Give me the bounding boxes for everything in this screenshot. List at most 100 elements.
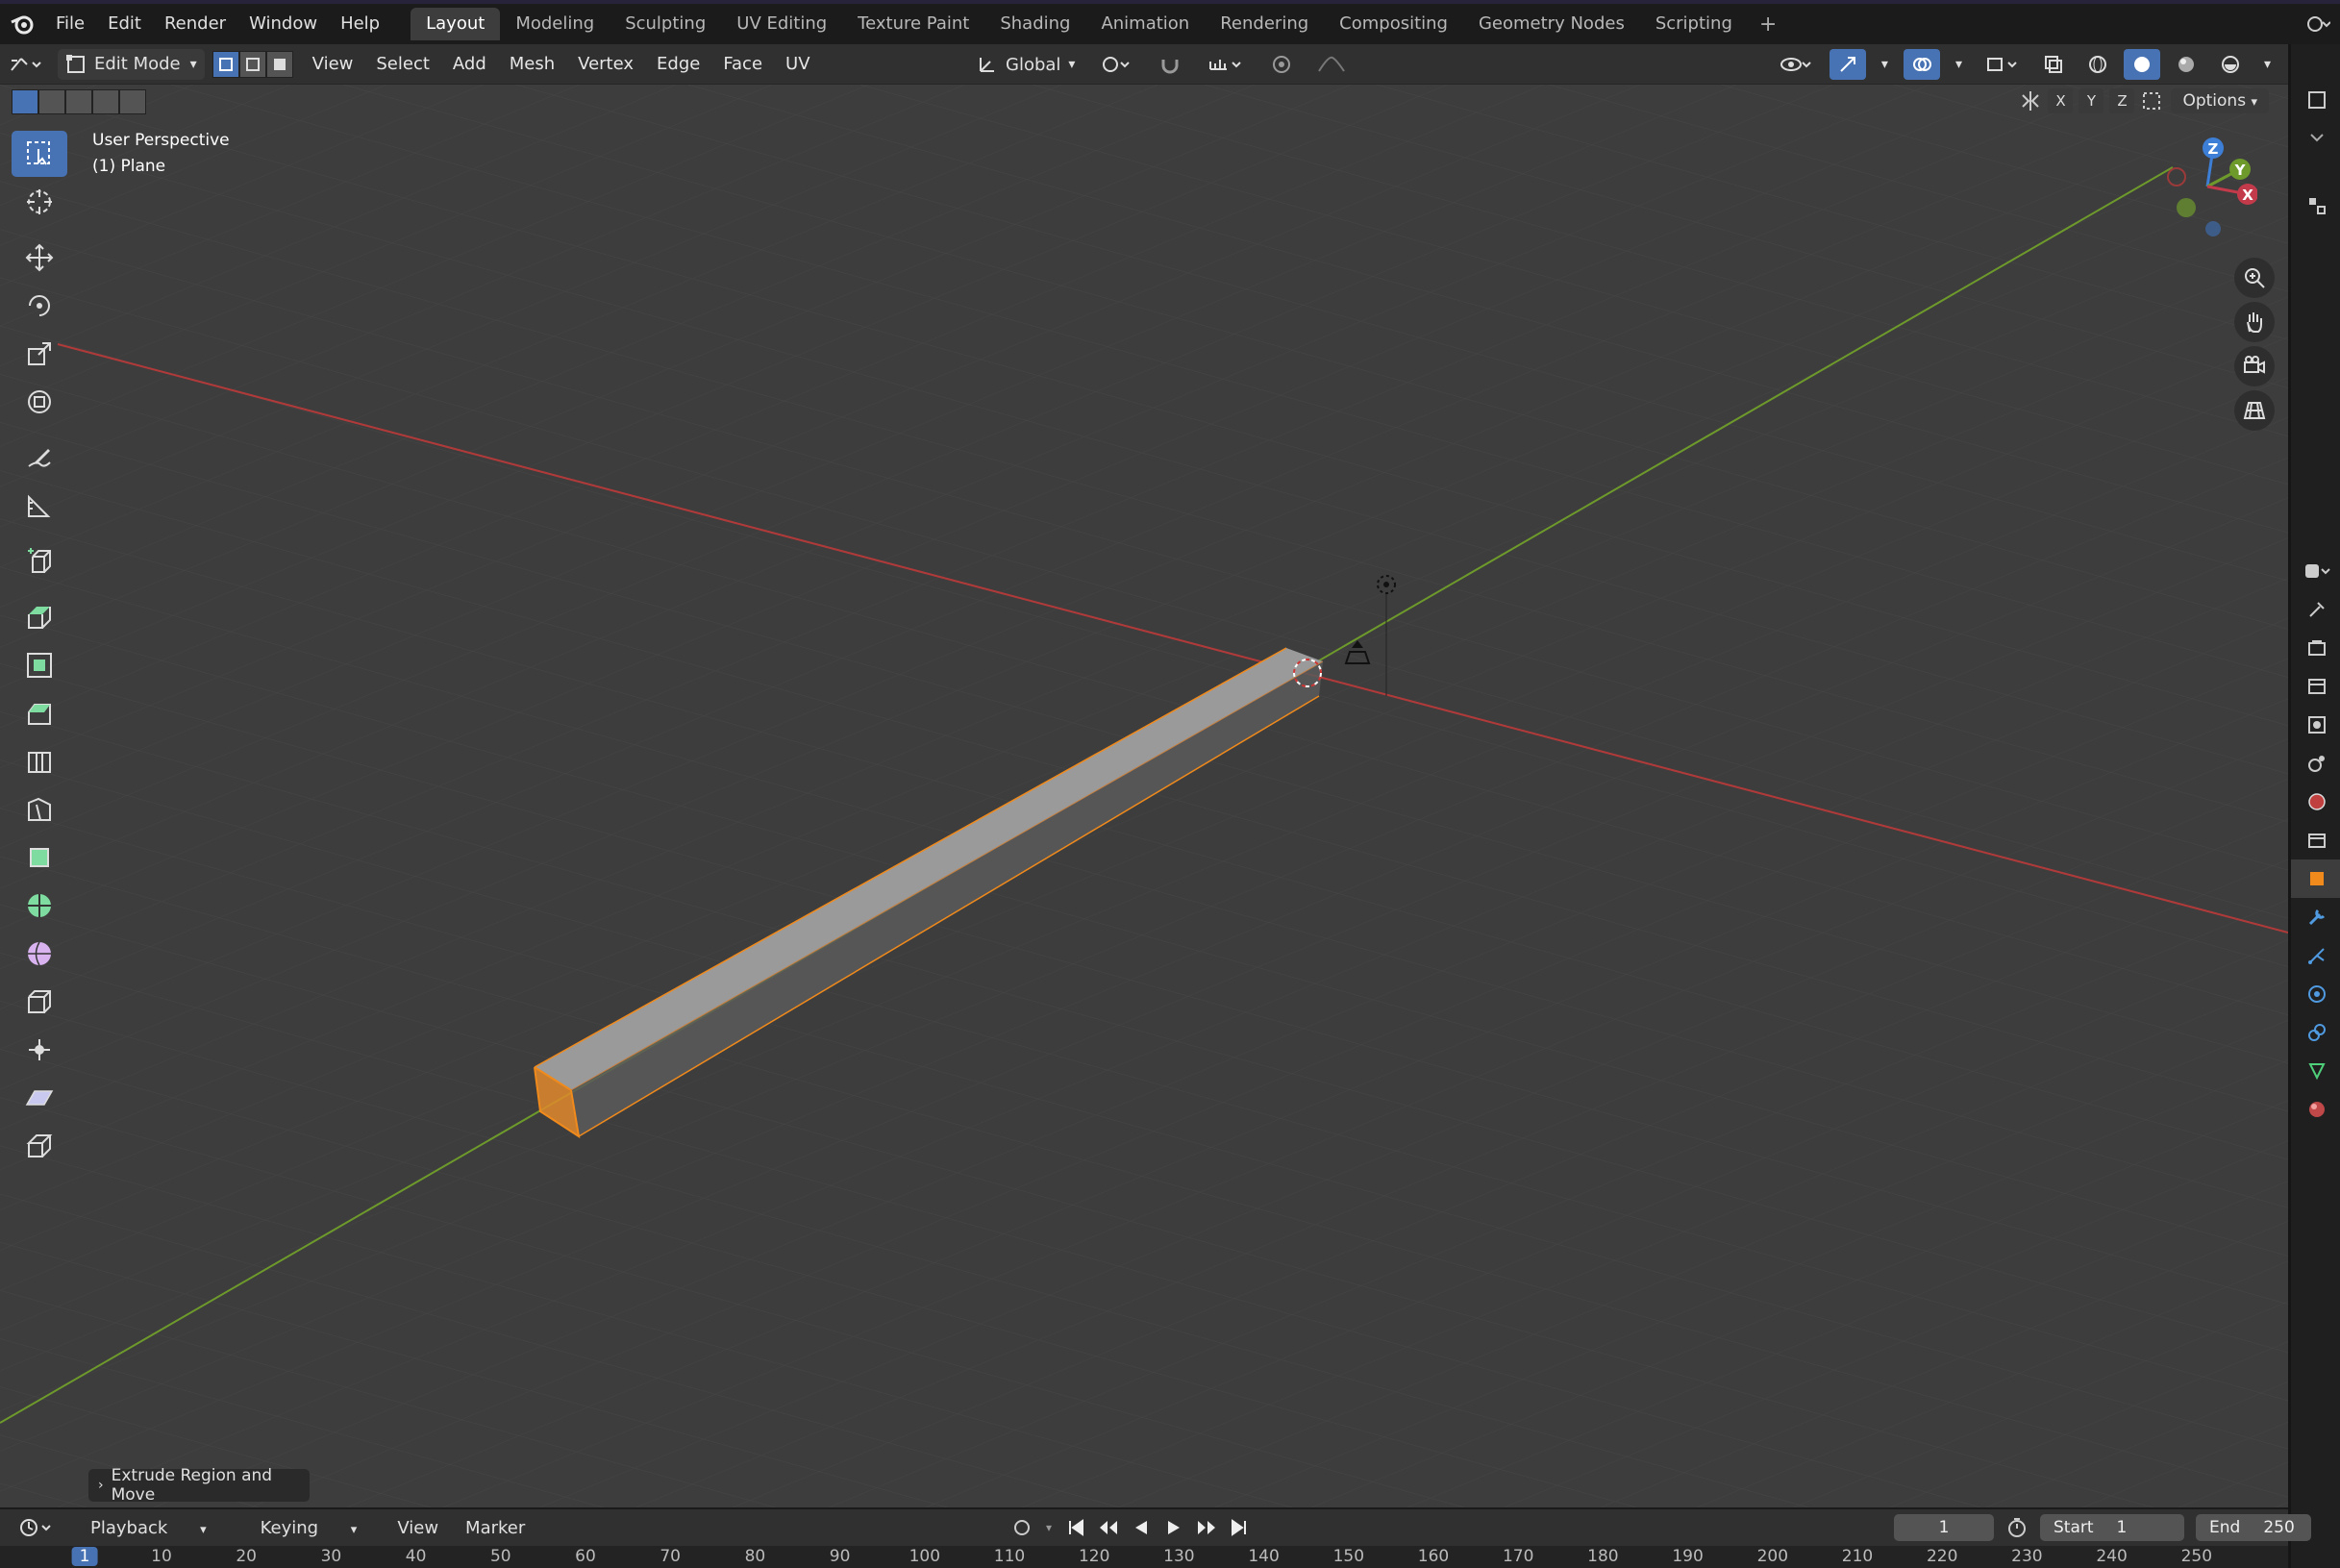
tab-modeling[interactable]: Modeling bbox=[500, 8, 610, 40]
proportional-edit-toggle[interactable] bbox=[1263, 49, 1300, 80]
mirror-z-button[interactable]: Z bbox=[2109, 88, 2135, 113]
menu-vertex[interactable]: Vertex bbox=[566, 54, 645, 74]
tab-geometry-nodes[interactable]: Geometry Nodes bbox=[1463, 8, 1640, 40]
annotate-tool[interactable] bbox=[12, 435, 67, 481]
menu-keying[interactable]: Keying ▾ bbox=[234, 1518, 385, 1538]
jump-start-button[interactable] bbox=[1063, 1515, 1088, 1540]
next-keyframe-button[interactable] bbox=[1194, 1515, 1219, 1540]
menu-help[interactable]: Help bbox=[329, 4, 391, 44]
data-properties-icon[interactable] bbox=[2291, 1052, 2340, 1090]
face-select-button[interactable] bbox=[265, 50, 293, 78]
editor-type-dropdown-icon[interactable] bbox=[2291, 552, 2340, 590]
mesh-edit-overlay-dropdown[interactable] bbox=[1978, 49, 2028, 80]
physics-properties-icon[interactable] bbox=[2291, 975, 2340, 1013]
tab-sculpting[interactable]: Sculpting bbox=[610, 8, 721, 40]
transform-tool[interactable] bbox=[12, 379, 67, 425]
menu-uv[interactable]: UV bbox=[774, 54, 822, 74]
object-properties-icon[interactable] bbox=[2291, 859, 2340, 898]
scene-properties-icon[interactable] bbox=[2291, 744, 2340, 783]
menu-edge[interactable]: Edge bbox=[645, 54, 711, 74]
pivot-point-dropdown[interactable] bbox=[1092, 49, 1142, 80]
scale-tool[interactable] bbox=[12, 331, 67, 377]
tab-texture-paint[interactable]: Texture Paint bbox=[842, 8, 984, 40]
bevel-tool[interactable] bbox=[12, 690, 67, 736]
last-operator-panel[interactable]: › Extrude Region and Move bbox=[88, 1466, 310, 1505]
select-extend-button[interactable] bbox=[38, 89, 65, 114]
tab-uv-editing[interactable]: UV Editing bbox=[721, 8, 842, 40]
loop-cut-tool[interactable] bbox=[12, 738, 67, 784]
menu-view[interactable]: View bbox=[301, 54, 365, 74]
timeline-ruler[interactable]: 1 10 20 30 40 50 60 70 80 90 100 110 120 130 140 150 160… bbox=[0, 1546, 2288, 1568]
orientation-dropdown[interactable]: Global ▾ bbox=[969, 49, 1083, 80]
knife-tool[interactable] bbox=[12, 786, 67, 833]
pan-button[interactable] bbox=[2234, 302, 2275, 342]
menu-add[interactable]: Add bbox=[441, 54, 498, 74]
overlay-dropdown[interactable]: ▾ bbox=[1948, 49, 1970, 80]
gizmo-neg-z[interactable] bbox=[2205, 221, 2221, 236]
tab-rendering[interactable]: Rendering bbox=[1205, 8, 1324, 40]
start-frame-field[interactable]: Start 1 bbox=[2040, 1514, 2184, 1541]
rotate-tool[interactable] bbox=[12, 283, 67, 329]
shading-solid-button[interactable] bbox=[2123, 49, 2160, 80]
menu-select[interactable]: Select bbox=[364, 54, 441, 74]
gizmo-neg-x[interactable] bbox=[2167, 167, 2186, 187]
smooth-tool[interactable] bbox=[12, 931, 67, 977]
stopwatch-icon[interactable] bbox=[2005, 1516, 2029, 1539]
3d-viewport[interactable]: User Perspective (1) Plane Z Y X bbox=[0, 85, 2288, 1507]
shading-rendered-button[interactable] bbox=[2212, 49, 2249, 80]
outliner-expand-icon[interactable] bbox=[2291, 119, 2340, 158]
shear-tool[interactable] bbox=[12, 1075, 67, 1121]
output-properties-icon[interactable] bbox=[2291, 667, 2340, 706]
autokey-dropdown[interactable]: ▾ bbox=[1042, 1515, 1056, 1540]
add-cube-tool[interactable] bbox=[12, 538, 67, 585]
navigation-gizmo[interactable]: Z Y X bbox=[2152, 131, 2257, 236]
gizmo-toggle[interactable] bbox=[1829, 49, 1866, 80]
constraints-properties-icon[interactable] bbox=[2291, 1013, 2340, 1052]
tab-animation[interactable]: Animation bbox=[1085, 8, 1205, 40]
editor-type-icon[interactable] bbox=[2291, 187, 2340, 225]
camera-view-button[interactable] bbox=[2234, 346, 2275, 386]
tab-layout[interactable]: Layout bbox=[411, 8, 501, 40]
render-properties-icon[interactable] bbox=[2291, 629, 2340, 667]
end-frame-field[interactable]: End 250 bbox=[2196, 1514, 2311, 1541]
edge-select-button[interactable] bbox=[238, 50, 266, 78]
current-frame-field[interactable]: 1 bbox=[1894, 1514, 1994, 1541]
move-tool[interactable] bbox=[12, 235, 67, 281]
menu-file[interactable]: File bbox=[44, 4, 96, 44]
visibility-dropdown[interactable] bbox=[1772, 49, 1822, 80]
prev-keyframe-button[interactable] bbox=[1096, 1515, 1121, 1540]
gizmo-neg-y[interactable] bbox=[2177, 198, 2196, 217]
select-subtract-button[interactable] bbox=[65, 89, 92, 114]
menu-window[interactable]: Window bbox=[237, 4, 329, 44]
play-button[interactable] bbox=[1161, 1515, 1186, 1540]
menu-mesh[interactable]: Mesh bbox=[498, 54, 566, 74]
menu-timeline-view[interactable]: View bbox=[384, 1518, 452, 1538]
menu-face[interactable]: Face bbox=[711, 54, 774, 74]
select-invert-button[interactable] bbox=[92, 89, 119, 114]
select-new-button[interactable] bbox=[12, 89, 38, 114]
zoom-button[interactable] bbox=[2234, 258, 2275, 298]
tab-shading[interactable]: Shading bbox=[984, 8, 1085, 40]
vertex-select-button[interactable] bbox=[212, 50, 239, 78]
tab-scripting[interactable]: Scripting bbox=[1640, 8, 1748, 40]
cursor-tool[interactable] bbox=[12, 179, 67, 225]
rip-region-tool[interactable] bbox=[12, 1123, 67, 1169]
spin-tool[interactable] bbox=[12, 883, 67, 929]
timeline-editor-type-icon[interactable] bbox=[10, 1512, 63, 1543]
poly-build-tool[interactable] bbox=[12, 834, 67, 881]
play-reverse-button[interactable] bbox=[1129, 1515, 1154, 1540]
mirror-y-button[interactable]: Y bbox=[2079, 88, 2104, 113]
topology-mirror-icon[interactable] bbox=[2140, 89, 2165, 112]
edge-slide-tool[interactable] bbox=[12, 979, 67, 1025]
extrude-region-tool[interactable] bbox=[12, 594, 67, 640]
select-box-tool[interactable] bbox=[12, 131, 67, 177]
falloff-dropdown[interactable] bbox=[1309, 49, 1354, 80]
world-properties-icon[interactable] bbox=[2291, 783, 2340, 821]
select-intersect-button[interactable] bbox=[119, 89, 146, 114]
scene-selector-icon[interactable] bbox=[2294, 4, 2340, 44]
autokey-toggle[interactable] bbox=[1009, 1515, 1034, 1540]
shrink-fatten-tool[interactable] bbox=[12, 1027, 67, 1073]
measure-tool[interactable] bbox=[12, 483, 67, 529]
view-layer-properties-icon[interactable] bbox=[2291, 706, 2340, 744]
snap-toggle[interactable] bbox=[1152, 49, 1190, 80]
